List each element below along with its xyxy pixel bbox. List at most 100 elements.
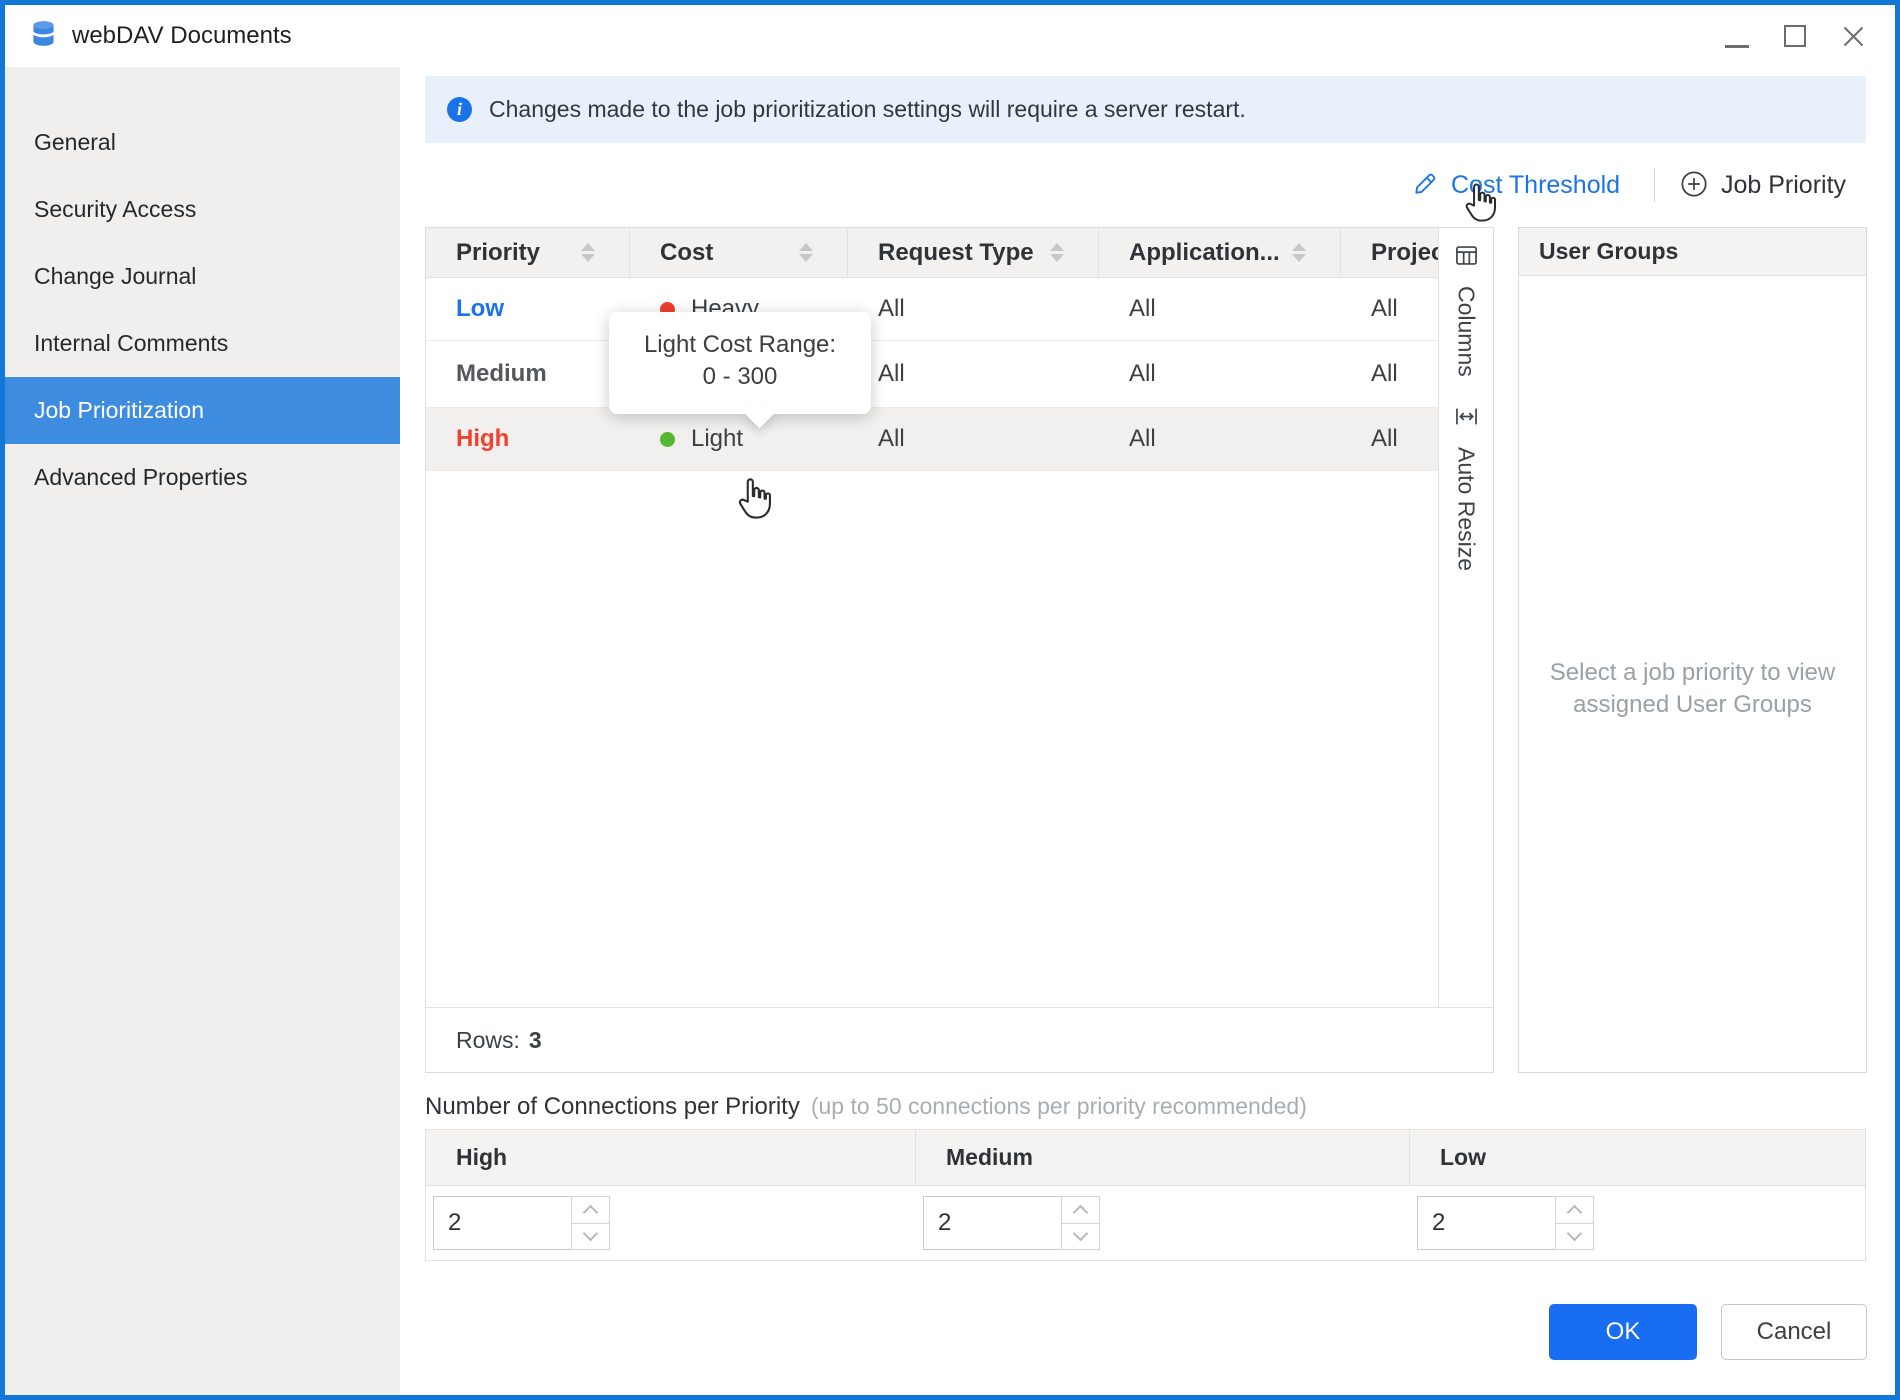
info-icon: i [447, 97, 472, 122]
tooltip-line: Light Cost Range: [609, 329, 871, 361]
request-type-cell: All [848, 360, 1099, 388]
sort-icon [581, 243, 595, 262]
column-header-priority[interactable]: Priority [426, 228, 630, 277]
column-header-request-type[interactable]: Request Type [848, 228, 1099, 277]
medium-connections-input[interactable] [923, 1196, 1062, 1250]
auto-resize-label: Auto Resize [1453, 447, 1480, 571]
columns-button[interactable]: Columns [1453, 242, 1480, 377]
columns-icon [1453, 242, 1480, 272]
dialog-window: webDAV Documents General Security Access… [0, 0, 1900, 1400]
connections-value-row [426, 1186, 1865, 1260]
banner-text: Changes made to the job prioritization s… [489, 96, 1246, 123]
chevron-down-icon [583, 1226, 599, 1242]
sidebar-item-job-prioritization[interactable]: Job Prioritization [5, 377, 400, 444]
request-type-cell: All [848, 295, 1099, 323]
cost-label: Light [691, 425, 743, 453]
sidebar: General Security Access Change Journal I… [5, 67, 400, 1395]
low-connections-input[interactable] [1417, 1196, 1556, 1250]
column-header-application[interactable]: Application... [1099, 228, 1341, 277]
column-label: Priority [456, 239, 540, 267]
sidebar-item-advanced-properties[interactable]: Advanced Properties [5, 444, 400, 511]
column-header-project[interactable]: Project [1341, 228, 1438, 277]
column-header-cost[interactable]: Cost [630, 228, 848, 277]
close-button[interactable] [1839, 22, 1867, 50]
auto-resize-button[interactable]: Auto Resize [1453, 403, 1480, 571]
add-job-priority-button[interactable]: Job Priority [1680, 163, 1846, 207]
sidebar-item-label: Job Prioritization [34, 397, 204, 423]
priority-cell: High [426, 425, 630, 453]
chevron-down-icon [1567, 1226, 1583, 1242]
user-groups-panel: User Groups Select a job priority to vie… [1518, 227, 1867, 1073]
sidebar-item-change-journal[interactable]: Change Journal [5, 243, 400, 310]
medium-connections-stepper [923, 1196, 1100, 1250]
close-icon [1840, 23, 1867, 50]
table-tools-strip: Columns Auto Resize [1438, 228, 1493, 1007]
connections-hint: (up to 50 connections per priority recom… [811, 1093, 1307, 1120]
medium-decrement-button[interactable] [1061, 1223, 1100, 1251]
user-groups-empty-state: Select a job priority to view assigned U… [1519, 276, 1866, 1072]
high-decrement-button[interactable] [571, 1223, 610, 1251]
pencil-icon [1412, 171, 1438, 200]
cancel-button[interactable]: Cancel [1721, 1304, 1867, 1360]
hand-cursor-icon [1462, 183, 1496, 228]
medium-increment-button[interactable] [1061, 1196, 1100, 1224]
tooltip-line: 0 - 300 [609, 361, 871, 393]
table-row-low[interactable]: Low Heavy All All All [426, 278, 1438, 341]
project-cell: All [1341, 360, 1438, 388]
request-type-cell: All [848, 425, 1099, 453]
sort-icon [1292, 243, 1306, 262]
low-increment-button[interactable] [1555, 1196, 1594, 1224]
maximize-button[interactable] [1781, 22, 1809, 50]
project-cell: All [1341, 295, 1438, 323]
table-row-high[interactable]: High Light All All All [426, 408, 1438, 471]
sidebar-item-internal-comments[interactable]: Internal Comments [5, 310, 400, 377]
chevron-up-icon [1567, 1204, 1583, 1220]
low-decrement-button[interactable] [1555, 1223, 1594, 1251]
minimize-button[interactable] [1723, 22, 1751, 50]
column-label: Cost [660, 239, 713, 267]
column-label: Project [1371, 239, 1438, 267]
high-increment-button[interactable] [571, 1196, 610, 1224]
sidebar-item-security-access[interactable]: Security Access [5, 176, 400, 243]
empty-state-line: assigned User Groups [1573, 689, 1812, 721]
column-label: Application... [1129, 239, 1280, 267]
job-priorities-table: Priority Cost Request Type Application..… [425, 227, 1494, 1073]
cost-threshold-button[interactable]: Cost Threshold [1412, 163, 1620, 207]
priority-cell: Low [426, 295, 630, 323]
sidebar-item-label: Advanced Properties [34, 464, 248, 490]
auto-resize-icon [1453, 403, 1480, 433]
hand-cursor-icon [735, 478, 771, 525]
minimize-icon [1725, 45, 1749, 48]
app-database-icon [30, 19, 57, 53]
connections-section-title: Number of Connections per Priority (up t… [425, 1093, 1307, 1121]
links-divider [1654, 168, 1655, 202]
low-connections-stepper [1417, 1196, 1594, 1250]
chevron-down-icon [1073, 1226, 1089, 1242]
table-footer: Rows: 3 [426, 1007, 1493, 1072]
connections-header-medium: Medium [916, 1130, 1410, 1185]
title-bar: webDAV Documents [5, 5, 1895, 67]
sidebar-item-label: Change Journal [34, 263, 196, 289]
connections-title: Number of Connections per Priority [425, 1093, 800, 1121]
table-grid: Priority Cost Request Type Application..… [426, 228, 1438, 471]
application-cell: All [1099, 425, 1341, 453]
ok-button[interactable]: OK [1549, 1304, 1697, 1360]
high-connections-input[interactable] [433, 1196, 572, 1250]
application-cell: All [1099, 295, 1341, 323]
sort-icon [799, 243, 813, 262]
user-groups-header: User Groups [1519, 228, 1866, 276]
connections-header-row: High Medium Low [426, 1130, 1865, 1186]
cost-cell: Light [630, 425, 848, 453]
sidebar-item-label: General [34, 129, 116, 155]
rows-count: 3 [529, 1027, 542, 1054]
plus-circle-icon [1680, 170, 1708, 201]
cost-range-tooltip: Light Cost Range: 0 - 300 [609, 312, 871, 414]
job-priority-label: Job Priority [1721, 171, 1846, 200]
table-row-medium[interactable]: Medium All All All [426, 341, 1438, 408]
info-banner: i Changes made to the job prioritization… [425, 76, 1866, 143]
light-cost-dot-icon [660, 432, 675, 447]
connections-cell-low [1410, 1186, 1865, 1260]
chevron-up-icon [583, 1204, 599, 1220]
connections-cell-high [426, 1186, 916, 1260]
sidebar-item-general[interactable]: General [5, 109, 400, 176]
